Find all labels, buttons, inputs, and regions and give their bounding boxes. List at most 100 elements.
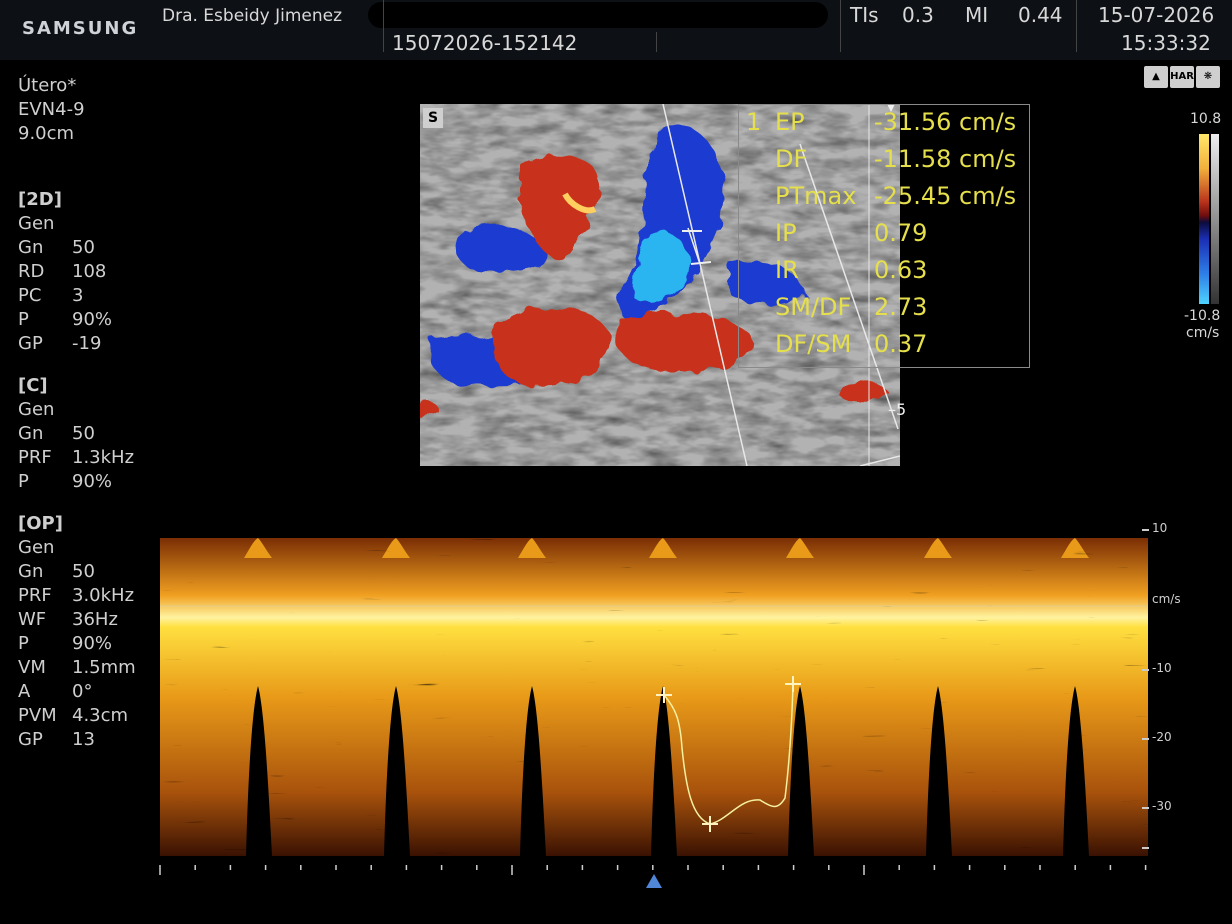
param-key: PVM (18, 705, 57, 726)
param-row: RD 108 (18, 260, 168, 284)
params-pw: Gn 50 PRF 3.0kHz WF 36Hz P 90% VM 1.5mm A 0° PVM 4.3c… (18, 560, 168, 752)
velocity-tick-mark (1142, 529, 1149, 531)
param-value: 90% (72, 309, 113, 330)
section-title-pw: [OP] (18, 513, 63, 534)
param-row: Gn 50 (18, 560, 168, 584)
color-scale-min: -10.8 (1184, 308, 1221, 324)
param-row: GP -19 (18, 332, 168, 356)
time: 15:33:32 (1121, 31, 1211, 55)
mi-value: 0.44 (1018, 3, 1063, 27)
mode-icons: ▲ HAR ❋ (1144, 64, 1222, 88)
param-key: RD (18, 261, 45, 282)
param-row: Gn 50 (18, 236, 168, 260)
param-row: PRF 1.3kHz (18, 446, 168, 470)
velocity-tick-label: 10 (1152, 521, 1168, 535)
measurement-label: IR (775, 256, 799, 284)
param-value: 3.0kHz (72, 585, 135, 606)
section-title-color: [C] (18, 375, 48, 396)
param-row: PVM 4.3cm (18, 704, 168, 728)
param-value: 1.3kHz (72, 447, 135, 468)
measurement-value: -25.45 cm/s (874, 182, 1017, 210)
measurement-label: IP (775, 219, 797, 247)
spectral-doppler-trace[interactable] (160, 518, 1148, 866)
param-value: 90% (72, 471, 113, 492)
patient-name-redacted (368, 2, 828, 28)
operator-name: Dra. Esbeidy Jimenez (162, 6, 343, 26)
measurement-value: 2.73 (874, 293, 928, 321)
header-divider (1076, 0, 1077, 52)
param-key: P (18, 633, 29, 654)
mode-label-color: Gen (18, 399, 55, 420)
color-scale-unit: cm/s (1186, 325, 1220, 341)
sector-marker: S (423, 108, 443, 128)
param-value: 13 (72, 729, 95, 750)
film-reel-icon[interactable]: ❋ (1196, 66, 1220, 88)
param-value: 4.3cm (72, 705, 129, 726)
param-key: GP (18, 333, 43, 354)
depth-tick: –5 (888, 400, 907, 419)
param-key: Gn (18, 237, 44, 258)
param-row: P 90% (18, 632, 168, 656)
param-row: WF 36Hz (18, 608, 168, 632)
velocity-axis: 10 -10 -20 -30 cm/s (1138, 518, 1232, 866)
param-key: VM (18, 657, 46, 678)
velocity-tick-mark (1142, 807, 1149, 809)
param-key: PRF (18, 447, 52, 468)
velocity-tick-label: -20 (1152, 730, 1172, 744)
measurement-value: -11.58 cm/s (874, 145, 1017, 173)
param-key: PC (18, 285, 42, 306)
section-title-2d: [2D] (18, 189, 62, 210)
param-key: Gn (18, 423, 44, 444)
param-key: P (18, 309, 29, 330)
tis-value: 0.3 (902, 3, 934, 27)
header-divider (383, 0, 384, 52)
param-value: 50 (72, 237, 95, 258)
velocity-unit: cm/s (1152, 592, 1181, 606)
param-row: P 90% (18, 308, 168, 332)
date: 15-07-2026 (1098, 3, 1215, 27)
measurement-index: 1 (746, 108, 762, 136)
settings-panel: Útero* EVN4-9 9.0cm [2D] Gen Gn 50 RD 108 PC… (18, 74, 168, 752)
measurement-label: DF/SM (775, 330, 852, 358)
gray-scale-bar (1211, 134, 1219, 304)
velocity-tick-mark (1142, 847, 1149, 849)
mode-label-2d: Gen (18, 213, 55, 234)
param-key: Gn (18, 561, 44, 582)
param-value: 50 (72, 561, 95, 582)
param-key: PRF (18, 585, 52, 606)
velocity-tick-mark (1142, 738, 1149, 740)
header-divider (840, 0, 841, 52)
exam-id: 15072026-152142 (392, 31, 578, 55)
param-key: GP (18, 729, 43, 750)
param-row: GP 13 (18, 728, 168, 752)
transducer-name: EVN4-9 (18, 99, 85, 120)
tis-label: TIs (850, 3, 879, 27)
color-scale-max: 10.8 (1190, 111, 1222, 127)
param-key: P (18, 471, 29, 492)
param-row: A 0° (18, 680, 168, 704)
har-icon[interactable]: HAR (1170, 66, 1194, 88)
param-row: Gn 50 (18, 422, 168, 446)
param-value: 0° (72, 681, 93, 702)
measurement-label: EP (775, 108, 805, 136)
measurement-value: 0.63 (874, 256, 928, 284)
velocity-tick-label: -30 (1152, 799, 1172, 813)
params-color: Gn 50 PRF 1.3kHz P 90% (18, 422, 168, 494)
measurement-label: SM/DF (775, 293, 852, 321)
measurement-label: DF (775, 145, 808, 173)
param-key: A (18, 681, 31, 702)
header-divider (656, 32, 657, 52)
bell-icon[interactable]: ▲ (1144, 66, 1168, 88)
depth-value: 9.0cm (18, 123, 75, 144)
measurement-value: 0.79 (874, 219, 928, 247)
param-value: 3 (72, 285, 84, 306)
color-scale-bar (1199, 134, 1209, 304)
param-value: 36Hz (72, 609, 118, 630)
velocity-tick-label: -10 (1152, 661, 1172, 675)
velocity-tick-mark (1142, 669, 1149, 671)
param-value: -19 (72, 333, 102, 354)
playback-cursor-marker[interactable] (646, 874, 662, 888)
mode-label-pw: Gen (18, 537, 55, 558)
params-2d: Gn 50 RD 108 PC 3 P 90% GP -19 (18, 236, 168, 356)
measurement-value: 0.37 (874, 330, 928, 358)
